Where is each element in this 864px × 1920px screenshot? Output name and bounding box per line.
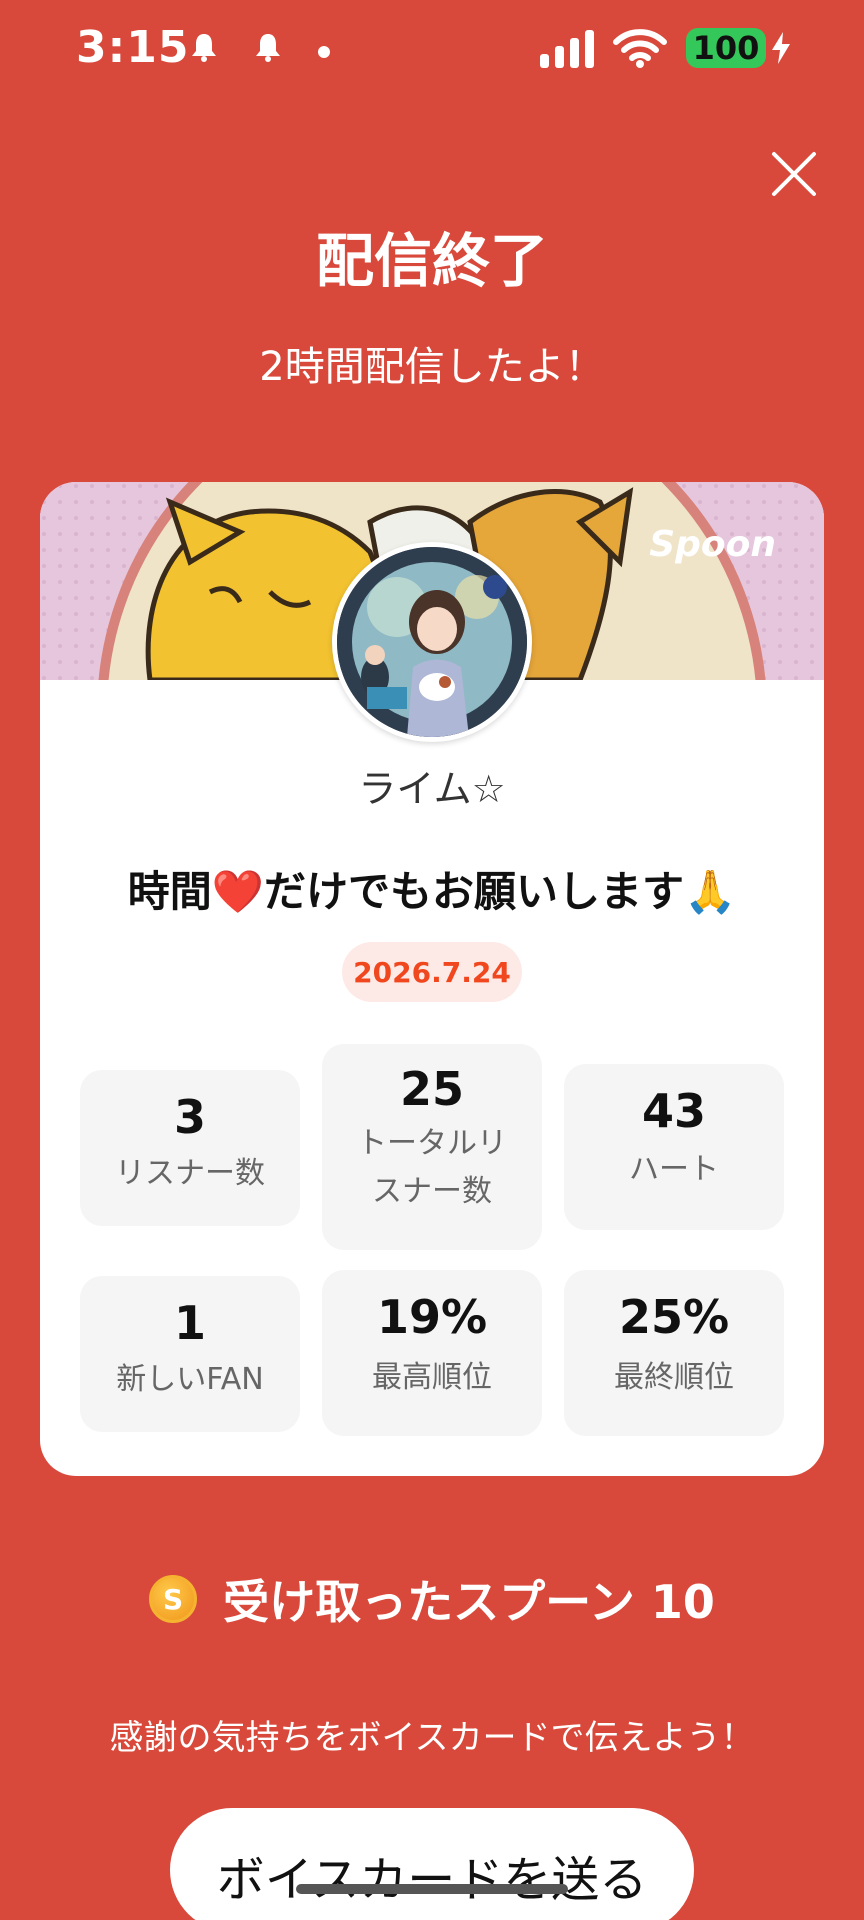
wifi-icon: [613, 28, 667, 72]
charging-bolt-icon: [772, 32, 790, 64]
notification-bell-icon: [254, 32, 282, 62]
stat-final-rank: 25% 最終順位: [564, 1270, 784, 1436]
stat-highest-rank: 19% 最高順位: [322, 1270, 542, 1436]
stat-hearts: 43 ハート: [564, 1064, 784, 1230]
date-badge: 2026.7.24: [342, 942, 522, 1002]
stat-value: 19%: [376, 1290, 488, 1344]
close-icon: [772, 152, 816, 196]
spoon-logo: Spoon: [649, 524, 776, 565]
stat-label: スナー数: [372, 1174, 492, 1209]
stat-label: 最終順位: [614, 1360, 734, 1395]
stat-value: 1: [173, 1296, 206, 1350]
thanks-message: 感謝の気持ちをボイスカードで伝えよう！: [109, 1718, 755, 1758]
more-notifications-dot-icon: [318, 46, 330, 58]
spoon-coin-icon: S: [149, 1575, 198, 1623]
stat-listeners: 3 リスナー数: [80, 1070, 300, 1226]
stat-value: 3: [173, 1090, 206, 1144]
stat-label: ハート: [629, 1152, 719, 1187]
stat-label: 最高順位: [372, 1360, 492, 1395]
battery-level: 100: [686, 28, 766, 68]
broadcast-summary-card: Spoon ライム☆ 時間❤️だけでもお願いします🙏 2026.7.24 3 リ…: [40, 482, 824, 1476]
stat-value: 25: [399, 1062, 464, 1116]
notification-bell-icon: [190, 32, 218, 62]
avatar[interactable]: [332, 542, 532, 742]
spoons-received-text: 受け取ったスプーン 10: [223, 1575, 715, 1629]
stat-label: リスナー数: [115, 1156, 265, 1191]
stat-value: 25%: [618, 1290, 730, 1344]
home-indicator[interactable]: [296, 1884, 568, 1894]
status-time: 3:15: [76, 22, 190, 73]
cellular-signal-icon: [540, 30, 594, 68]
status-bar: 3:15 100: [0, 0, 864, 100]
stat-label: トータルリ: [357, 1126, 507, 1161]
username: ライム☆: [358, 767, 506, 811]
broadcast-title: 時間❤️だけでもお願いします🙏: [127, 867, 737, 916]
stat-value: 43: [641, 1084, 706, 1138]
page-title: 配信終了: [315, 227, 548, 295]
broadcast-duration-subtitle: 2時間配信したよ！: [259, 344, 605, 390]
battery-icon: 100: [686, 28, 790, 68]
stat-total-listeners: 25 トータルリ スナー数: [322, 1044, 542, 1250]
spoons-received: S 受け取ったスプーン 10: [0, 1566, 864, 1632]
stat-new-fans: 1 新しいFAN: [80, 1276, 300, 1432]
stat-label: 新しいFAN: [116, 1362, 264, 1397]
send-voice-card-button[interactable]: ボイスカードを送る: [170, 1808, 694, 1920]
close-button[interactable]: [766, 146, 822, 202]
notification-icons: [190, 32, 330, 62]
